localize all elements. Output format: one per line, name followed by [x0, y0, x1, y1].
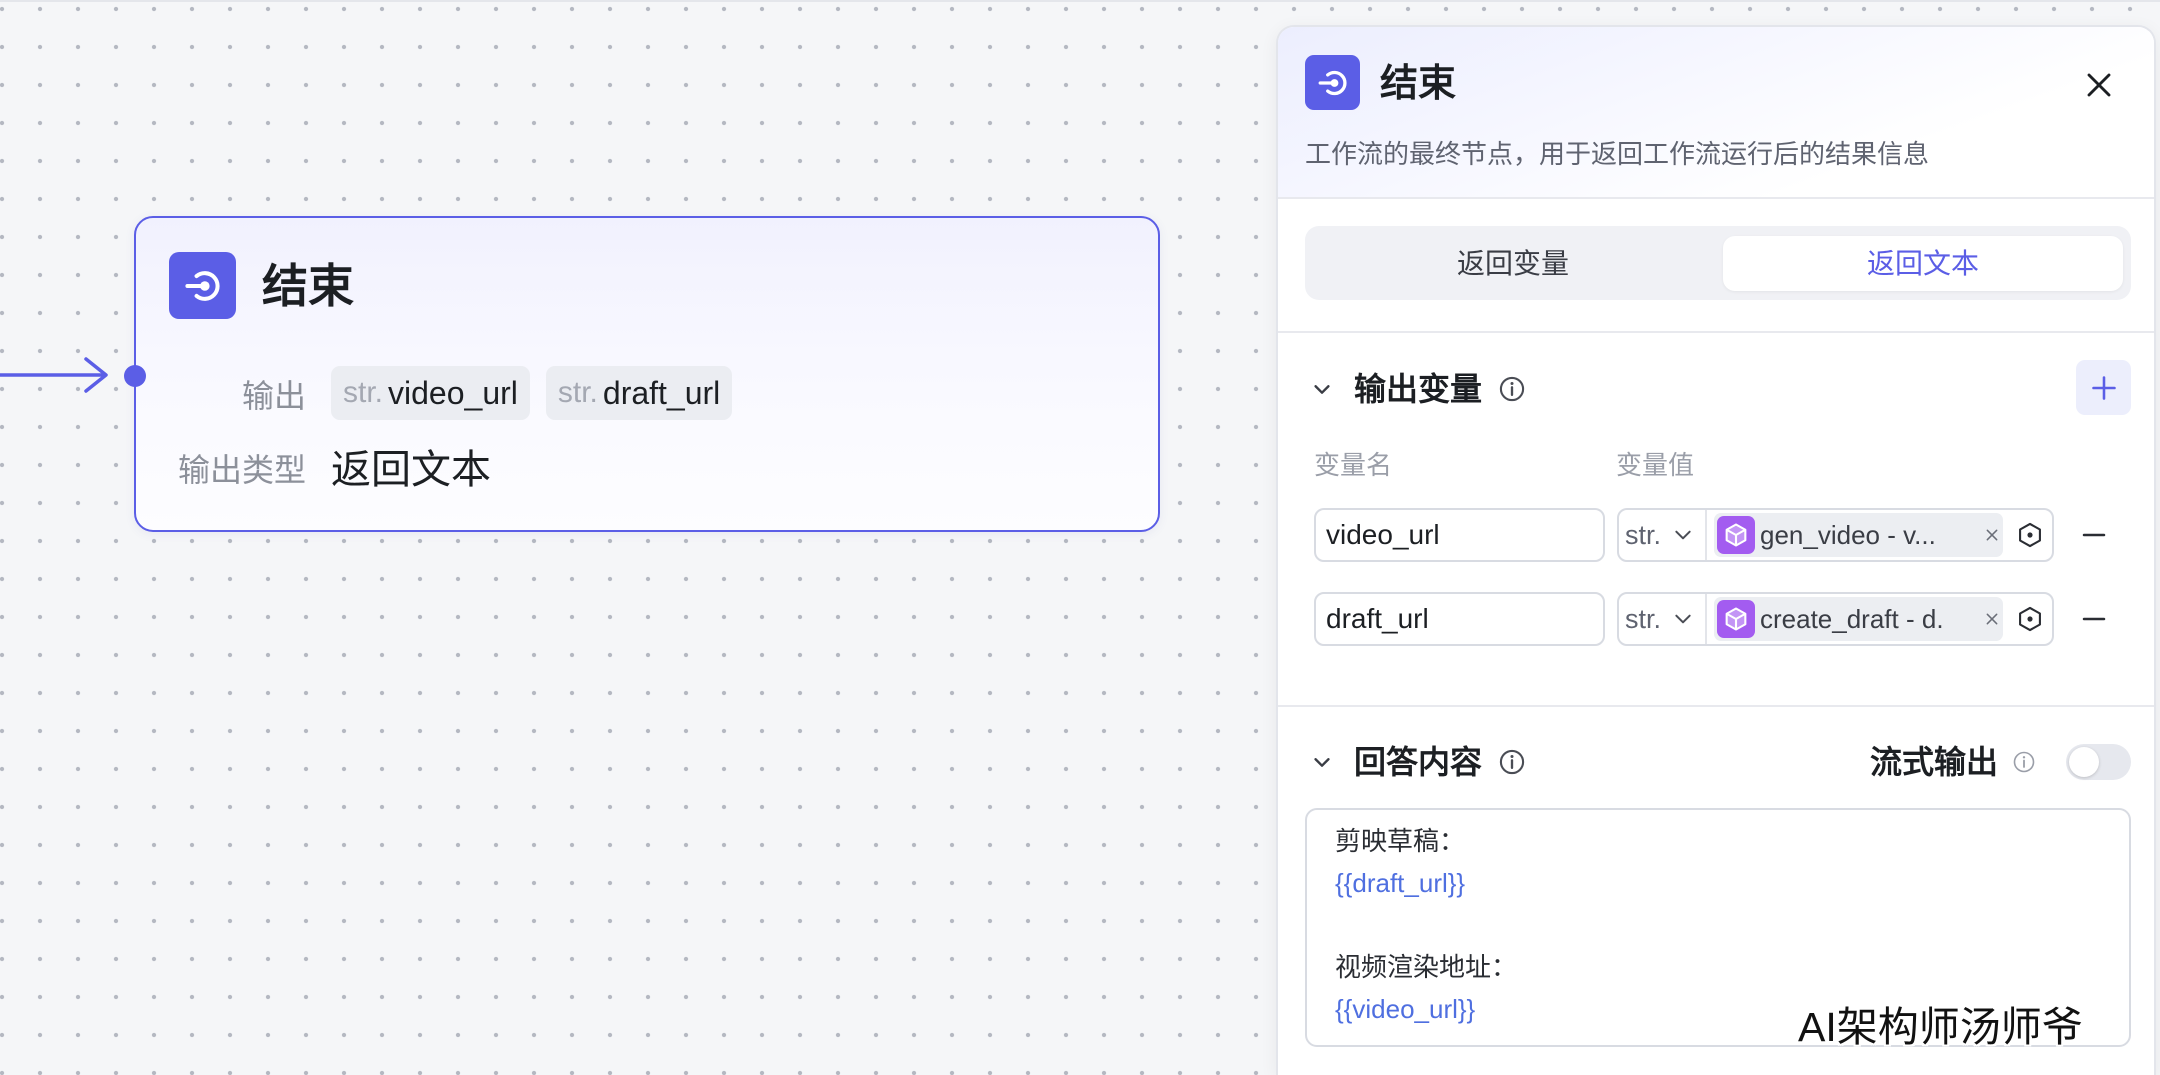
- variable-reference-label: create_draft - d.: [1760, 604, 1944, 634]
- close-icon[interactable]: [2081, 67, 2117, 103]
- cube-icon: [1717, 600, 1755, 638]
- variable-reference-tag[interactable]: create_draft - d.: [1714, 597, 2003, 641]
- answer-block: 剪映草稿： {{draft_url}}: [1335, 820, 2101, 904]
- streaming-output-label: 流式输出: [1870, 744, 1999, 780]
- tab-return-variables[interactable]: 返回变量: [1313, 236, 1713, 291]
- node-title: 结束: [262, 260, 354, 312]
- minus-icon[interactable]: [2079, 520, 2109, 550]
- toggle-knob: [2069, 747, 2099, 777]
- divider: [1705, 510, 1707, 560]
- variable-value-field: str. gen_video - v...: [1617, 508, 2054, 562]
- streaming-output-toggle[interactable]: [2066, 744, 2131, 780]
- variable-row: draft_url str. create_draft - d.: [1278, 592, 2154, 646]
- clear-x-icon[interactable]: [1983, 525, 2001, 545]
- chevron-down-icon[interactable]: [1308, 748, 1336, 776]
- panel-description: 工作流的最终节点，用于返回工作流运行后的结果信息: [1305, 139, 1930, 169]
- panel-title[interactable]: 结束: [1380, 61, 1456, 107]
- node-output-tag: str. video_url: [331, 366, 530, 420]
- chevron-down-icon[interactable]: [1673, 609, 1693, 629]
- variable-type-select[interactable]: str.: [1625, 510, 1661, 560]
- answer-text: 视频渲染地址：: [1335, 952, 1518, 982]
- section-title-output-vars: 输出变量: [1354, 371, 1483, 407]
- end-node-icon: [169, 252, 236, 319]
- section-title-answer: 回答内容: [1354, 744, 1483, 780]
- variable-name-input[interactable]: draft_url: [1314, 592, 1605, 646]
- variable-row: video_url str. gen_video - v...: [1278, 508, 2154, 562]
- answer-variable: {{draft_url}}: [1335, 868, 1466, 898]
- divider: [1705, 594, 1707, 644]
- column-header-value: 变量值: [1616, 450, 1695, 480]
- node-settings-panel: 结束 工作流的最终节点，用于返回工作流运行后的结果信息 返回变量 返回文本 输出…: [1276, 25, 2156, 1075]
- plus-icon: [2091, 375, 2116, 400]
- column-header-name: 变量名: [1314, 450, 1393, 480]
- panel-header: [1278, 27, 2154, 197]
- variable-reference-tag[interactable]: gen_video - v...: [1714, 513, 2003, 557]
- node-output-tag: str. draft_url: [545, 366, 733, 420]
- node-output-type-value: 返回文本: [331, 448, 491, 492]
- node-output-type-label: 输出类型: [177, 452, 306, 488]
- minus-icon[interactable]: [2079, 604, 2109, 634]
- connection-edge[interactable]: [0, 355, 120, 395]
- variable-reference-label: gen_video - v...: [1760, 520, 1936, 550]
- end-node-card[interactable]: 结束 输出 str. video_url str. draft_url 输出类型…: [134, 216, 1160, 532]
- clear-x-icon[interactable]: [1983, 609, 2001, 629]
- node-output-tags: str. video_url str. draft_url: [331, 366, 733, 420]
- divider: [1278, 331, 2154, 333]
- chevron-down-icon[interactable]: [1673, 525, 1693, 545]
- variable-hex-icon[interactable]: [2016, 605, 2044, 633]
- info-icon[interactable]: [2012, 750, 2036, 774]
- info-icon[interactable]: [1498, 375, 1526, 403]
- node-output-label: 输出: [241, 378, 306, 414]
- divider: [1278, 197, 2154, 199]
- variable-name-input[interactable]: video_url: [1314, 508, 1605, 562]
- tag-type: str.: [343, 376, 384, 409]
- divider: [1278, 705, 2154, 707]
- node-input-handle[interactable]: [124, 365, 146, 387]
- add-variable-button[interactable]: [2076, 360, 2131, 415]
- info-icon[interactable]: [1498, 748, 1526, 776]
- answer-text: 剪映草稿：: [1335, 826, 1466, 856]
- watermark: AI架构师汤师爷: [1798, 1004, 2083, 1050]
- tab-return-text[interactable]: 返回文本: [1723, 236, 2123, 291]
- chevron-down-icon[interactable]: [1308, 375, 1336, 403]
- return-mode-switch: 返回变量 返回文本: [1305, 226, 2131, 300]
- variable-hex-icon[interactable]: [2016, 521, 2044, 549]
- variable-type-select[interactable]: str.: [1625, 594, 1661, 644]
- tag-name: video_url: [388, 374, 518, 411]
- cube-icon: [1717, 516, 1755, 554]
- tag-type: str.: [557, 376, 598, 409]
- variable-value-field: str. create_draft - d.: [1617, 592, 2054, 646]
- end-node-icon: [1305, 55, 1360, 110]
- tag-name: draft_url: [602, 374, 721, 411]
